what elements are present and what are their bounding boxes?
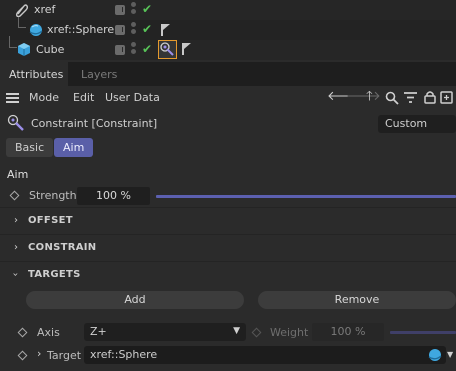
weight-slider[interactable] xyxy=(390,331,456,334)
tab-basic[interactable]: Basic xyxy=(6,138,54,157)
object-row-sphere[interactable]: xref::Sphere ✔ xyxy=(0,17,456,40)
section-title-aim: Aim xyxy=(7,168,29,181)
axis-dropdown[interactable]: Z+ ▼ xyxy=(84,323,246,341)
strength-label: Strength xyxy=(29,189,77,202)
group-targets[interactable]: › TARGETS xyxy=(0,261,456,287)
constraint-tag-selected[interactable] xyxy=(158,40,177,59)
new-panel-icon[interactable] xyxy=(440,91,453,104)
weight-label: Weight xyxy=(270,326,309,339)
object-row-xref[interactable]: xref ✔ xyxy=(0,0,456,20)
cube-icon xyxy=(18,43,30,56)
preset-dropdown[interactable]: Custom xyxy=(378,115,456,133)
menu-mode[interactable]: Mode xyxy=(29,91,59,104)
up-arrow-icon[interactable]: 🡑 xyxy=(366,90,373,104)
tree-line xyxy=(18,17,26,28)
layer-toggle[interactable] xyxy=(115,25,125,35)
hamburger-menu-icon[interactable] xyxy=(6,93,19,103)
group-offset[interactable]: › OFFSET xyxy=(0,207,456,233)
enabled-check-icon[interactable]: ✔ xyxy=(142,22,152,36)
target-tag-icon[interactable] xyxy=(161,24,172,36)
object-header: Constraint [Constraint] Custom xyxy=(0,113,456,135)
axis-value: Z+ xyxy=(90,325,107,338)
chevron-right-icon[interactable]: › xyxy=(37,347,41,360)
target-label: Target xyxy=(47,349,82,362)
constraint-icon xyxy=(7,114,24,131)
keyframe-diamond-icon[interactable] xyxy=(251,327,262,338)
strength-field[interactable]: 100 % xyxy=(77,187,150,205)
strength-slider[interactable] xyxy=(156,195,456,198)
weight-field[interactable]: 100 % xyxy=(312,323,384,341)
object-name: xref::Sphere xyxy=(47,23,115,36)
filter-icon[interactable] xyxy=(404,92,417,104)
group-constrain[interactable]: › CONSTRAIN xyxy=(0,234,456,260)
visibility-dots[interactable] xyxy=(131,42,137,56)
keyframe-diamond-icon[interactable] xyxy=(17,350,28,361)
add-button[interactable]: Add xyxy=(26,291,244,309)
layer-toggle[interactable] xyxy=(115,45,125,55)
enabled-check-icon[interactable]: ✔ xyxy=(142,42,152,56)
keyframe-diamond-icon[interactable] xyxy=(17,327,28,338)
object-name: Cube xyxy=(36,43,65,56)
target-value: xref::Sphere xyxy=(90,348,158,361)
object-manager: xref ✔ xref::Sphere ✔ Cube ✔ xyxy=(0,0,456,60)
target-tag-icon[interactable] xyxy=(182,43,193,55)
sphere-icon xyxy=(428,349,442,361)
constraint-icon xyxy=(160,42,174,56)
dropdown-arrow-icon: ▼ xyxy=(233,326,240,336)
tab-attributes[interactable]: Attributes xyxy=(0,62,68,86)
keyframe-diamond-icon[interactable] xyxy=(9,190,20,201)
object-name: xref xyxy=(34,3,56,16)
chevron-right-icon: › xyxy=(14,215,18,226)
lock-icon[interactable] xyxy=(424,90,436,104)
dropdown-arrow-icon[interactable]: ▼ xyxy=(447,350,453,359)
visibility-dots[interactable] xyxy=(131,2,137,16)
visibility-dots[interactable] xyxy=(131,22,137,36)
axis-label: Axis xyxy=(37,326,60,339)
group-label: TARGETS xyxy=(28,269,81,280)
manager-tabs: Attributes Layers xyxy=(0,62,456,86)
tab-layers[interactable]: Layers xyxy=(72,62,126,86)
group-label: OFFSET xyxy=(28,215,73,226)
object-row-cube[interactable]: Cube ✔ xyxy=(0,36,456,60)
search-icon[interactable] xyxy=(385,91,399,105)
strength-slider-fill xyxy=(156,195,456,198)
menu-user-data[interactable]: User Data xyxy=(105,91,160,104)
group-label: CONSTRAIN xyxy=(28,242,97,253)
chevron-down-icon: › xyxy=(9,272,21,277)
menu-edit[interactable]: Edit xyxy=(73,91,94,104)
attributes-menubar: Mode Edit User Data 🡐 🡒 🡑 xyxy=(0,86,456,110)
layer-toggle[interactable] xyxy=(115,5,125,15)
chevron-right-icon: › xyxy=(14,242,18,253)
sphere-icon xyxy=(29,24,43,36)
tree-line xyxy=(9,36,17,48)
object-title: Constraint [Constraint] xyxy=(31,117,158,130)
forward-arrow-icon[interactable]: 🡒 xyxy=(346,90,381,104)
enabled-check-icon[interactable]: ✔ xyxy=(142,2,152,16)
xref-icon xyxy=(15,4,28,17)
remove-button[interactable]: Remove xyxy=(258,291,456,309)
target-link-field[interactable]: xref::Sphere xyxy=(84,346,446,364)
tab-aim[interactable]: Aim xyxy=(54,138,94,157)
